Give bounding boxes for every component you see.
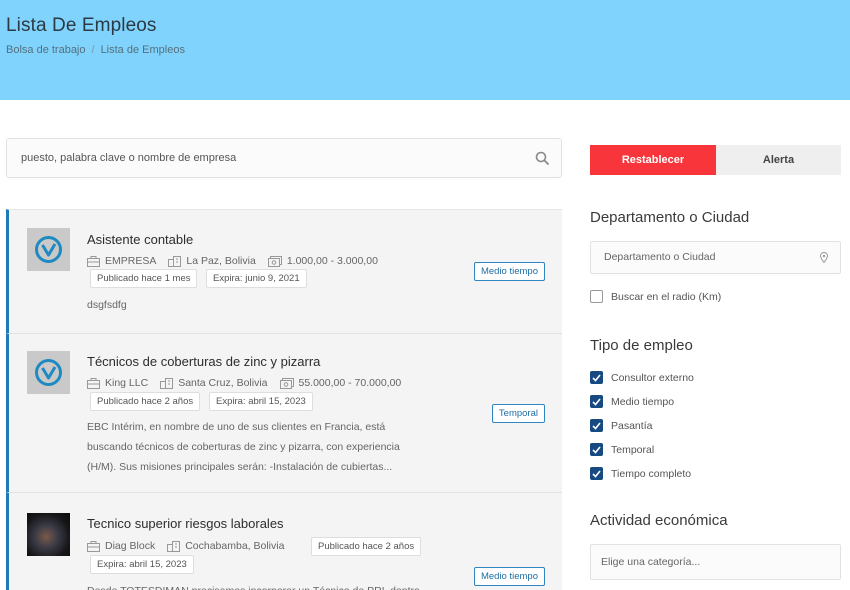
job-type-label: Consultor externo [611, 371, 694, 384]
published-chip: Publicado hace 2 años [90, 392, 201, 411]
alert-button[interactable]: Alerta [716, 145, 841, 175]
check-icon [592, 373, 601, 382]
job-type-label: Medio tiempo [611, 395, 675, 408]
job-company: Diag Block [87, 540, 155, 552]
map-pin-icon [820, 252, 828, 263]
money-icon [279, 377, 294, 389]
job-type-option[interactable]: Tiempo completo [590, 467, 691, 480]
search-icon[interactable] [535, 151, 549, 165]
job-card[interactable]: Tecnico superior riesgos laborales Diag … [6, 492, 562, 590]
job-card[interactable]: Asistente contable EMPRESA La Paz, Boliv… [6, 209, 562, 333]
job-salary-label: 1.000,00 - 3.000,00 [286, 255, 378, 267]
job-meta: EMPRESA La Paz, Bolivia 1.000,00 - 3.000… [87, 255, 390, 267]
job-company: King LLC [87, 377, 148, 389]
category-placeholder: Elige una categoría... [601, 556, 701, 568]
location-heading: Departamento o Ciudad [590, 209, 750, 226]
job-company-label: EMPRESA [105, 255, 157, 267]
location-placeholder: Departamento o Ciudad [604, 251, 716, 263]
search-box [6, 138, 562, 178]
briefcase-icon [87, 540, 100, 552]
job-type-option[interactable]: Pasantía [590, 419, 652, 432]
breadcrumb-item-home[interactable]: Bolsa de trabajo [6, 44, 86, 56]
published-chip: Publicado hace 1 mes [90, 269, 198, 288]
checkbox-checked[interactable] [590, 443, 603, 456]
job-meta: King LLC Santa Cruz, Bolivia 55.000,00 -… [87, 377, 413, 389]
job-location-label: La Paz, Bolivia [186, 255, 256, 267]
category-select[interactable]: Elige una categoría... [590, 544, 841, 580]
breadcrumb-item-current: Lista de Empleos [100, 44, 185, 56]
company-logo-icon [35, 236, 62, 263]
check-icon [592, 445, 601, 454]
check-icon [592, 397, 601, 406]
job-salary: 55.000,00 - 70.000,00 [279, 377, 402, 389]
job-type-label: Temporal [611, 443, 655, 456]
search-input[interactable] [21, 139, 521, 177]
page-header: Lista De Empleos Bolsa de trabajo / Lista … [0, 0, 850, 100]
published-chip: Publicado hace 2 años [311, 537, 422, 556]
job-company-label: Diag Block [105, 540, 156, 552]
page-title: Lista De Empleos [6, 15, 157, 36]
company-logo[interactable] [27, 228, 70, 271]
radius-checkbox[interactable] [590, 290, 603, 303]
job-location: Santa Cruz, Bolivia [160, 377, 268, 389]
check-icon [592, 421, 601, 430]
job-description: Desde TOTESDIMAN precisamos incorporar u… [87, 581, 427, 590]
checkbox-checked[interactable] [590, 371, 603, 384]
job-salary: 1.000,00 - 3.000,00 [267, 255, 378, 267]
job-description: dsgfsdfg [87, 299, 127, 311]
activity-heading: Actividad económica [590, 512, 728, 529]
job-type-label: Pasantía [611, 419, 653, 432]
company-logo[interactable] [27, 351, 70, 394]
buildings-icon [160, 377, 174, 389]
checkbox-checked[interactable] [590, 419, 603, 432]
buildings-icon [168, 255, 182, 267]
expires-chip: Expira: abril 15, 2023 [90, 555, 194, 574]
money-icon [267, 255, 282, 267]
job-location: La Paz, Bolivia [168, 255, 256, 267]
job-title[interactable]: Tecnico superior riesgos laborales [87, 516, 284, 531]
job-type-option[interactable]: Temporal [590, 443, 654, 456]
company-logo-icon [35, 359, 62, 386]
job-title[interactable]: Técnicos de coberturas de zinc y pizarra [87, 354, 320, 369]
expires-chip: Expira: junio 9, 2021 [206, 269, 307, 288]
job-title[interactable]: Asistente contable [87, 232, 193, 247]
checkbox-checked[interactable] [590, 395, 603, 408]
job-salary-label: 55.000,00 - 70.000,00 [298, 377, 402, 389]
job-type-badge: Medio tiempo [473, 567, 545, 586]
job-type-label: Tiempo completo [611, 467, 692, 480]
job-type-heading: Tipo de empleo [590, 337, 693, 354]
breadcrumb-separator: / [91, 44, 95, 56]
job-location-label: Santa Cruz, Bolivia [178, 377, 268, 389]
checkbox-checked[interactable] [590, 467, 603, 480]
job-company-label: King LLC [105, 377, 149, 389]
location-input[interactable]: Departamento o Ciudad [590, 241, 841, 274]
expires-chip: Expira: abril 15, 2023 [209, 392, 313, 411]
briefcase-icon [87, 255, 100, 267]
radius-label: Buscar en el radio (Km) [611, 290, 722, 303]
breadcrumb: Bolsa de trabajo / Lista de Empleos [6, 44, 185, 56]
job-type-badge: Medio tiempo [473, 262, 545, 281]
job-type-option[interactable]: Medio tiempo [590, 395, 674, 408]
job-type-badge: Temporal [491, 404, 545, 423]
job-company: EMPRESA [87, 255, 156, 267]
job-type-option[interactable]: Consultor externo [590, 371, 694, 384]
job-meta: Diag Block Cochabamba, Bolivia [87, 540, 296, 552]
briefcase-icon [87, 377, 100, 389]
radius-checkbox-row[interactable]: Buscar en el radio (Km) [590, 290, 721, 303]
company-logo[interactable] [27, 513, 70, 556]
job-card[interactable]: Técnicos de coberturas de zinc y pizarra… [6, 333, 562, 492]
job-description: EBC Intérim, en nombre de uno de sus cli… [87, 421, 400, 473]
check-icon [592, 469, 601, 478]
reset-button[interactable]: Restablecer [590, 145, 716, 175]
buildings-icon [167, 540, 181, 552]
job-location: Cochabamba, Bolivia [167, 540, 284, 552]
job-location-label: Cochabamba, Bolivia [185, 540, 285, 552]
